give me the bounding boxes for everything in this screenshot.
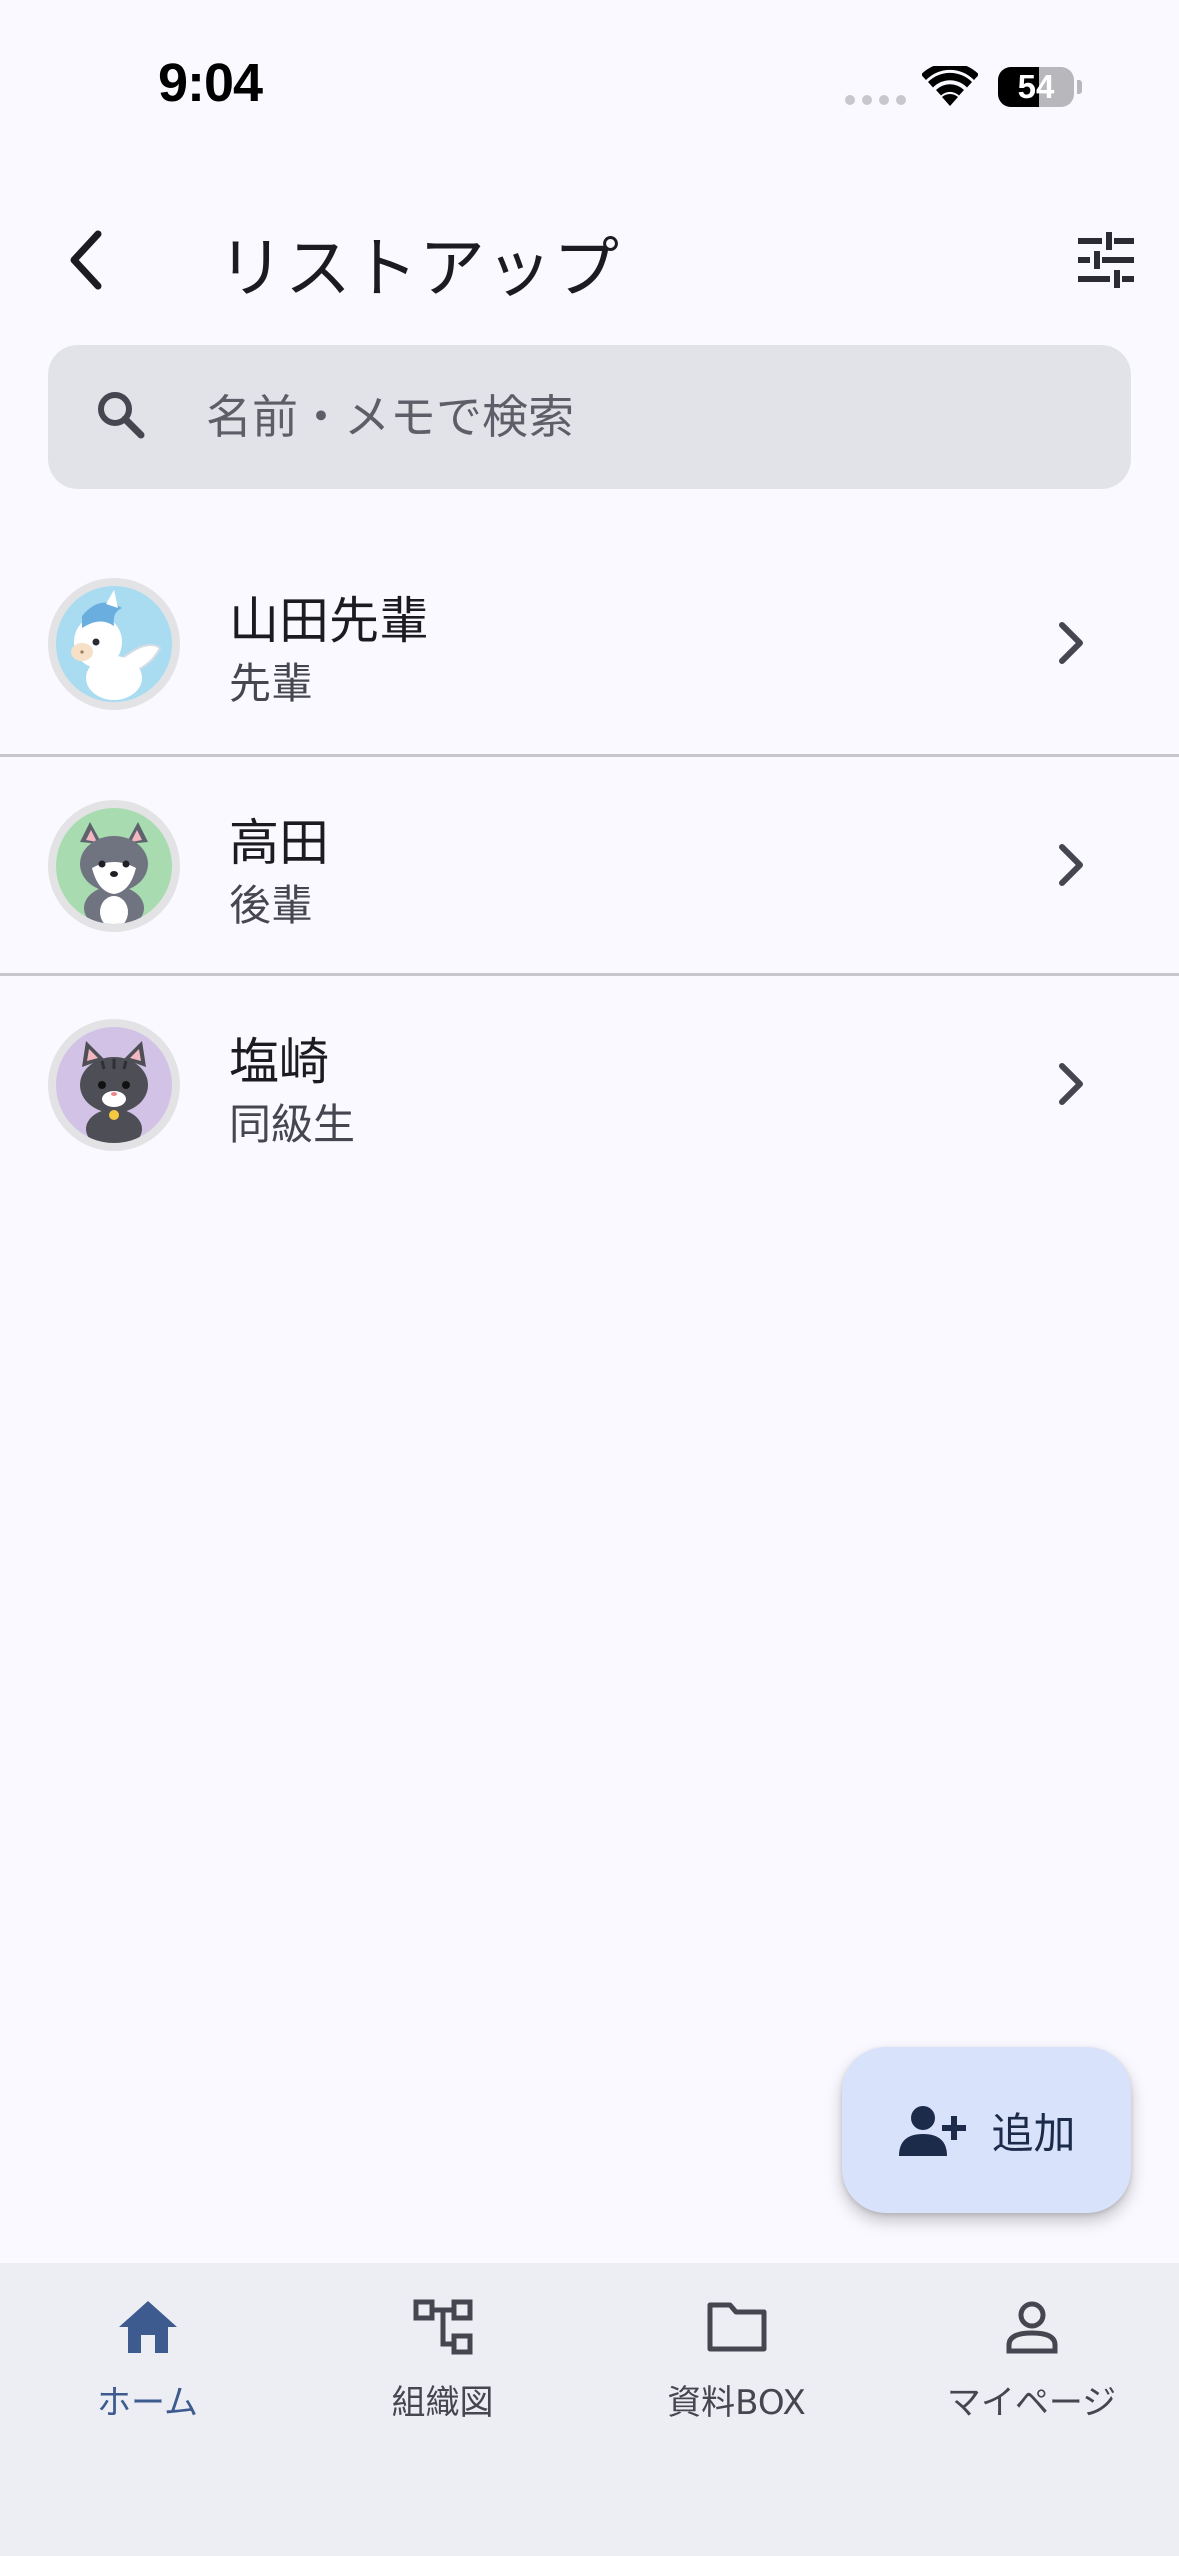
avatar — [48, 800, 180, 932]
nav-label: マイページ — [946, 2383, 1117, 2423]
battery-cap — [1077, 80, 1082, 94]
status-time: 9:04 — [158, 53, 263, 113]
nav-item-documents[interactable]: 資料BOX — [589, 2263, 884, 2463]
chevron-right-icon — [1059, 844, 1083, 886]
contact-row-2[interactable]: 塩崎 同級生 — [0, 973, 1179, 1192]
cellular-signal-icon — [845, 95, 906, 105]
app-bar: リストアップ — [0, 190, 1179, 330]
contact-name: 山田先輩 — [229, 592, 429, 650]
status-bar: 9:04 54 — [0, 0, 1179, 175]
person-icon — [1006, 2301, 1057, 2354]
search-icon — [98, 392, 145, 439]
chevron-right-icon — [1059, 1063, 1083, 1105]
bottom-nav: ホーム 組織図 資料BOX マイページ — [0, 2263, 1179, 2556]
folder-icon — [707, 2302, 766, 2352]
contact-relation: 同級生 — [229, 1100, 356, 1149]
contact-name: 高田 — [229, 814, 329, 872]
home-icon — [118, 2301, 177, 2353]
filter-button[interactable] — [1066, 220, 1146, 300]
contact-row-0[interactable]: 山田先輩 先輩 — [0, 535, 1179, 754]
battery-level: 54 — [1017, 68, 1055, 105]
search-bar[interactable] — [48, 345, 1131, 489]
nav-label: 資料BOX — [667, 2383, 806, 2423]
nav-item-org-chart[interactable]: 組織図 — [295, 2263, 590, 2463]
add-contact-button[interactable]: 追加 — [842, 2047, 1131, 2213]
nav-label: 組織図 — [391, 2383, 494, 2423]
battery-icon: 54 — [998, 67, 1074, 107]
back-button[interactable] — [45, 220, 125, 300]
page-title: リストアップ — [218, 230, 620, 307]
nav-item-home[interactable]: ホーム — [0, 2263, 295, 2463]
org-chart-icon — [413, 2299, 472, 2355]
contact-name: 塩崎 — [229, 1033, 329, 1091]
wolf-avatar-icon — [56, 808, 172, 930]
contact-list: 山田先輩 先輩 高田 後輩 塩崎 同級生 — [0, 535, 1179, 1192]
fab-label: 追加 — [991, 2108, 1076, 2158]
chevron-left-icon — [70, 230, 102, 290]
contact-row-1[interactable]: 高田 後輩 — [0, 754, 1179, 973]
person-add-icon — [899, 2106, 967, 2156]
nav-label: ホーム — [97, 2383, 198, 2423]
nav-item-mypage[interactable]: マイページ — [884, 2263, 1179, 2463]
search-input[interactable] — [206, 345, 1086, 489]
contact-relation: 先輩 — [229, 659, 314, 708]
cat-avatar-icon — [56, 1027, 172, 1149]
avatar — [48, 1019, 180, 1151]
chevron-right-icon — [1059, 622, 1083, 664]
tune-icon — [1078, 232, 1134, 288]
avatar — [48, 578, 180, 710]
wifi-icon — [922, 66, 978, 106]
contact-relation: 後輩 — [229, 881, 314, 930]
pegasus-avatar-icon — [56, 586, 172, 702]
